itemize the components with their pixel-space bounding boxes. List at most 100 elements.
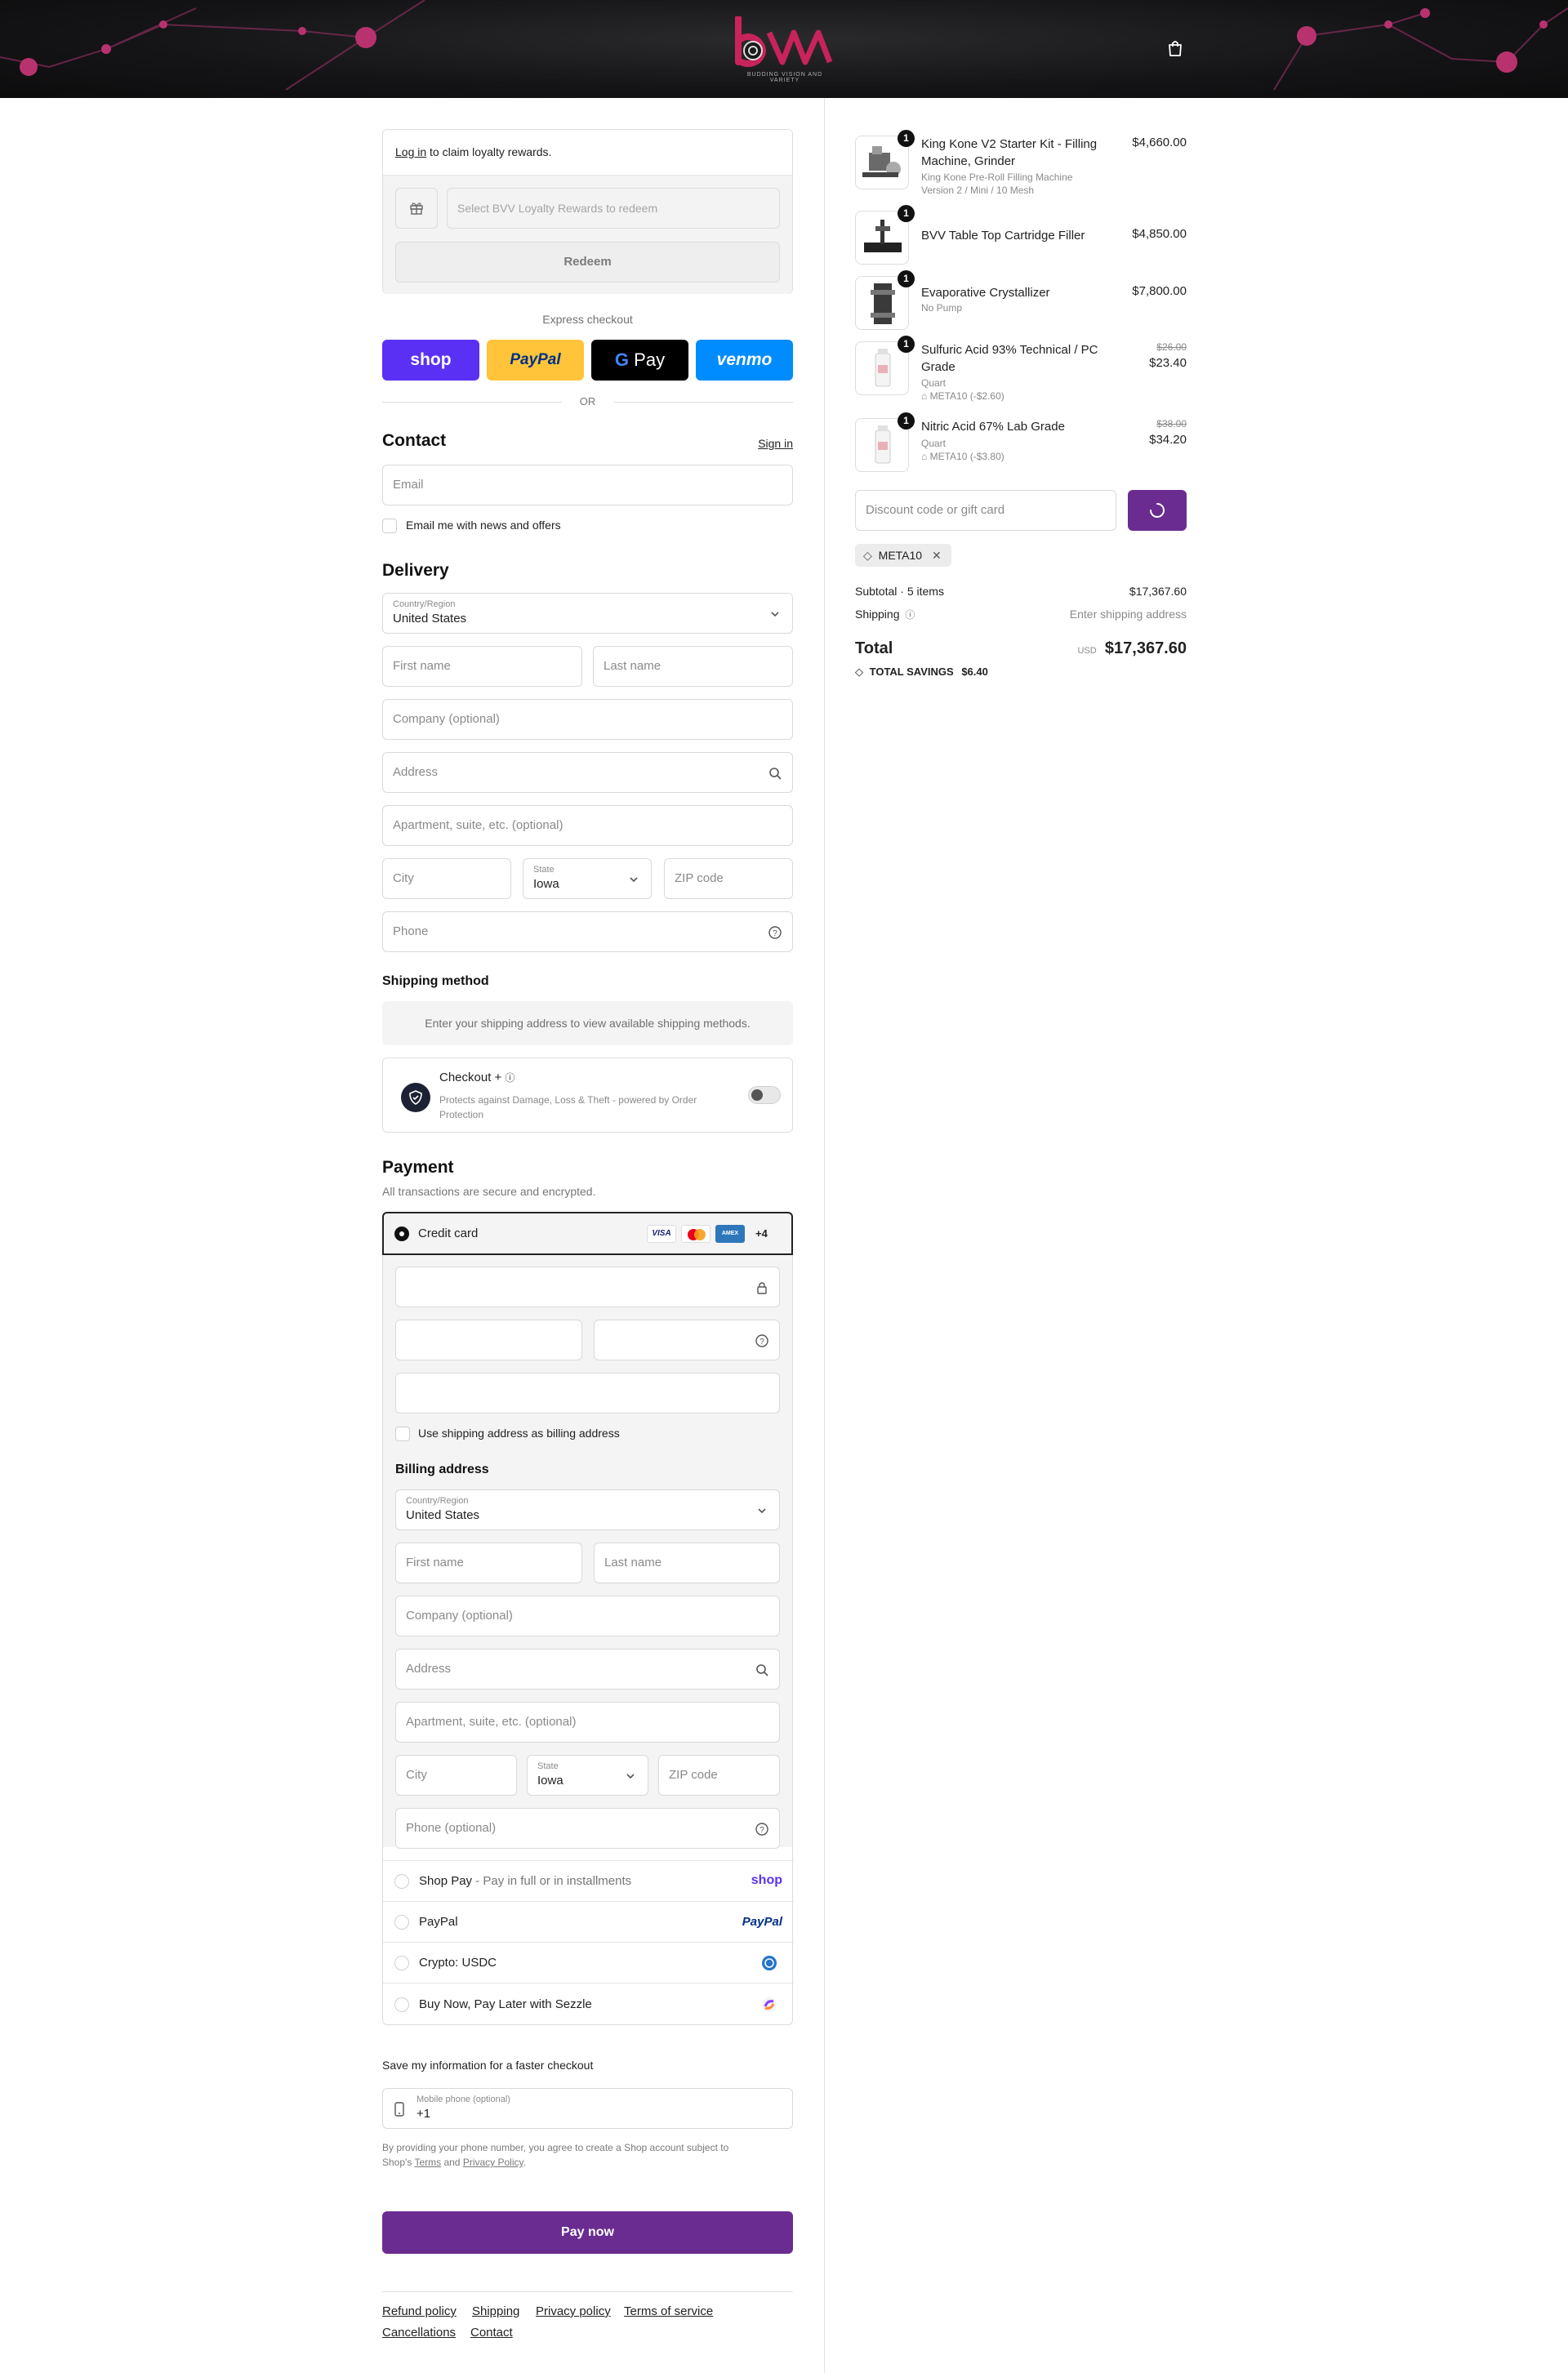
- crypto-option[interactable]: Crypto: USDC: [383, 1942, 794, 1983]
- info-icon[interactable]: ⓘ: [505, 1072, 514, 1084]
- google-pay-express-button[interactable]: G Pay: [591, 340, 688, 381]
- loyalty-login-line: Log in to claim loyalty rewards.: [395, 145, 551, 158]
- privacy-policy-footer-link[interactable]: Privacy policy: [536, 2304, 611, 2318]
- help-circle-icon[interactable]: ?: [768, 925, 782, 940]
- card-expiry-field[interactable]: [395, 1320, 582, 1360]
- visa-icon: VISA: [647, 1225, 676, 1243]
- loyalty-rewards-select[interactable]: Select BVV Loyalty Rewards to redeem: [447, 188, 780, 229]
- redeem-button[interactable]: Redeem: [395, 242, 780, 283]
- billing-city-field[interactable]: City: [395, 1755, 517, 1796]
- state-label: State: [533, 865, 555, 875]
- shop-pay-logo: shop: [751, 1873, 782, 1887]
- sezzle-option[interactable]: Buy Now, Pay Later with Sezzle: [383, 1983, 794, 2025]
- remove-discount-icon[interactable]: ✕: [932, 549, 942, 562]
- billing-first-name-field[interactable]: First name: [395, 1543, 582, 1583]
- credit-card-radio[interactable]: [394, 1227, 409, 1241]
- search-icon: [769, 768, 782, 780]
- help-circle-icon[interactable]: ?: [755, 1822, 769, 1837]
- mobile-phone-label: Mobile phone (optional): [416, 2095, 510, 2104]
- billing-phone-field[interactable]: Phone (optional) ?: [395, 1808, 780, 1849]
- loyalty-panel: Log in to claim loyalty rewards. Select …: [382, 129, 793, 294]
- sezzle-icon: [762, 1997, 777, 2012]
- or-divider-left: [382, 402, 562, 403]
- first-name-field[interactable]: First name: [382, 646, 582, 687]
- phone-field[interactable]: Phone ?: [382, 911, 793, 952]
- apartment-field[interactable]: Apartment, suite, etc. (optional): [382, 805, 793, 846]
- crypto-radio[interactable]: [394, 1956, 409, 1970]
- terms-of-service-link[interactable]: Terms of service: [624, 2304, 713, 2318]
- privacy-policy-link[interactable]: Privacy Policy: [463, 2157, 523, 2168]
- billing-last-name-field[interactable]: Last name: [594, 1543, 780, 1583]
- line-discount-text: META10 (-$3.80): [929, 451, 1004, 462]
- login-link[interactable]: Log in: [395, 145, 426, 158]
- shopping-bag-icon[interactable]: [1166, 39, 1184, 57]
- crypto-label: Crypto: USDC: [419, 1956, 497, 1970]
- brand-logo[interactable]: BUDDING VISION AND VARIETY: [732, 15, 838, 83]
- terms-link[interactable]: Terms: [414, 2157, 441, 2168]
- contact-heading: Contact: [382, 431, 447, 450]
- mobile-phone-field[interactable]: Mobile phone (optional) +1: [382, 2088, 793, 2129]
- billing-apartment-placeholder: Apartment, suite, etc. (optional): [406, 1715, 577, 1729]
- card-name-field[interactable]: [395, 1373, 780, 1414]
- product-price: $4,660.00: [1132, 136, 1187, 149]
- billing-country-select[interactable]: Country/Region United States: [395, 1489, 780, 1530]
- shop-pay-name: Shop Pay: [419, 1874, 473, 1888]
- city-field[interactable]: City: [382, 858, 511, 899]
- product-image: 1: [855, 412, 915, 472]
- state-select[interactable]: State Iowa: [523, 858, 652, 899]
- zip-field[interactable]: ZIP code: [664, 858, 793, 899]
- discount-code-field[interactable]: Discount code or gift card: [855, 490, 1116, 531]
- company-field[interactable]: Company (optional): [382, 699, 793, 740]
- billing-address-field[interactable]: Address: [395, 1649, 780, 1690]
- original-price: $26.00: [1156, 341, 1187, 353]
- last-name-placeholder: Last name: [604, 659, 662, 673]
- country-select[interactable]: Country/Region United States: [382, 593, 793, 634]
- chevron-down-icon: [626, 1774, 635, 1779]
- email-placeholder: Email: [393, 478, 424, 492]
- shop-pay-sub: - Pay in full or in installments: [472, 1874, 632, 1888]
- billing-state-select[interactable]: State Iowa: [527, 1755, 648, 1796]
- pay-now-button[interactable]: Pay now: [382, 2211, 793, 2254]
- tag-icon: ⌂: [921, 451, 928, 462]
- card-cvv-field[interactable]: ?: [594, 1320, 780, 1360]
- line-discount-text: META10 (-$2.60): [929, 390, 1004, 402]
- gift-icon: [410, 203, 423, 215]
- sezzle-radio[interactable]: [394, 1997, 409, 2012]
- billing-apartment-field[interactable]: Apartment, suite, etc. (optional): [395, 1702, 780, 1743]
- original-price: $38.00: [1156, 418, 1187, 430]
- help-circle-icon[interactable]: ?: [755, 1333, 769, 1348]
- shield-icon: [401, 1083, 430, 1112]
- news-offers-checkbox[interactable]: [382, 519, 397, 533]
- address-field[interactable]: Address: [382, 752, 793, 793]
- svg-text:?: ?: [773, 929, 777, 938]
- billing-company-field[interactable]: Company (optional): [395, 1596, 780, 1636]
- subtotal-value: $17,367.60: [1129, 585, 1187, 598]
- paypal-radio[interactable]: [394, 1915, 409, 1930]
- use-shipping-address-checkbox[interactable]: [395, 1427, 410, 1441]
- shop-pay-option[interactable]: Shop Pay - Pay in full or in installment…: [383, 1860, 794, 1901]
- apply-discount-button[interactable]: [1128, 490, 1187, 531]
- sign-in-link[interactable]: Sign in: [758, 437, 793, 450]
- venmo-express-button[interactable]: venmo: [696, 340, 793, 381]
- paypal-express-button[interactable]: PayPal: [487, 340, 584, 381]
- shop-pay-express-button[interactable]: shop: [382, 340, 479, 381]
- shop-pay-radio[interactable]: [394, 1874, 409, 1889]
- billing-zip-field[interactable]: ZIP code: [658, 1755, 780, 1796]
- last-name-field[interactable]: Last name: [593, 646, 793, 687]
- shop-pay-label: Shop Pay - Pay in full or in installment…: [419, 1874, 631, 1888]
- paypal-option[interactable]: PayPal PayPal: [383, 1901, 794, 1942]
- contact-link[interactable]: Contact: [470, 2326, 513, 2340]
- protection-toggle[interactable]: [748, 1086, 781, 1104]
- search-icon: [756, 1664, 768, 1676]
- cancellations-link[interactable]: Cancellations: [382, 2326, 456, 2340]
- shipping-policy-link[interactable]: Shipping: [472, 2304, 519, 2318]
- cart-line-item: 1 Evaporative Crystallizer No Pump $7,80…: [855, 270, 1187, 330]
- help-circle-icon[interactable]: ⓘ: [905, 609, 915, 621]
- disclaimer-period: .: [523, 2157, 526, 2168]
- total-savings: ◇ TOTAL SAVINGS $6.40: [855, 666, 988, 679]
- card-number-field[interactable]: [395, 1267, 780, 1307]
- order-protection-panel: Checkout + ⓘ Protects against Damage, Lo…: [382, 1057, 793, 1133]
- credit-card-option[interactable]: Credit card VISA AMEX +4: [382, 1212, 793, 1255]
- email-field[interactable]: Email: [382, 465, 793, 505]
- refund-policy-link[interactable]: Refund policy: [382, 2304, 457, 2318]
